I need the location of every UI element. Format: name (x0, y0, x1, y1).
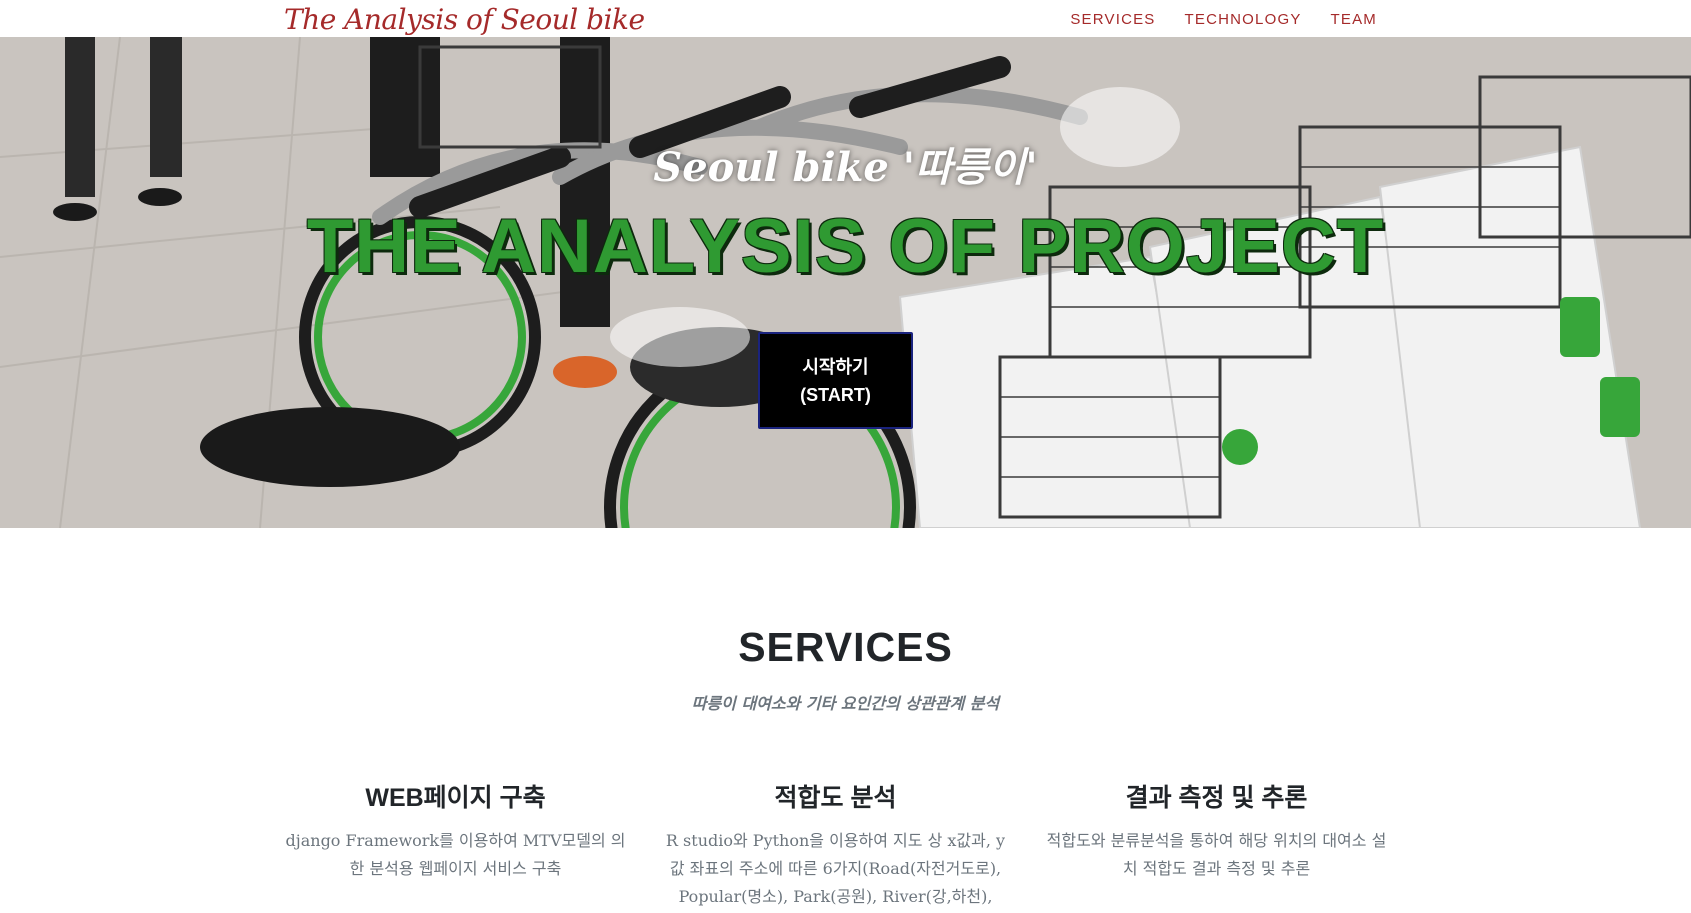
service-result-measurement: 결과 측정 및 추론 적합도와 분류분석을 통하여 해당 위치의 대여소 설치 … (1044, 778, 1389, 883)
nav-link-technology[interactable]: TECHNOLOGY (1185, 11, 1302, 28)
service-text: django Framework를 이용하여 MTV모델의 의한 분석용 웹페이… (285, 831, 626, 878)
hero-subtitle: Seoul bike '따릉이' (653, 144, 1038, 191)
services-subheading: 따릉이 대여소와 기타 요인간의 상관관계 분석 (691, 694, 1000, 713)
services-heading: SERVICES (738, 624, 953, 670)
hero-title: THE ANALYSIS OF PROJECT (306, 204, 1385, 289)
service-fit-analysis: 적합도 분석 R studio와 Python을 이용하여 지도 상 x값과, … (663, 778, 1008, 911)
start-button-label-english: (START) (800, 384, 871, 405)
service-title: WEB페이지 구축 (365, 784, 546, 812)
service-title: 결과 측정 및 추론 (1125, 784, 1308, 812)
nav-link-services[interactable]: SERVICES (1070, 11, 1155, 28)
nav-links: SERVICES TECHNOLOGY TEAM (1070, 11, 1377, 28)
start-button-label-korean: 시작하기 (802, 356, 869, 377)
nav-link-team[interactable]: TEAM (1331, 11, 1377, 28)
start-button[interactable]: 시작하기 (START) (758, 332, 913, 429)
service-text: R studio와 Python을 이용하여 지도 상 x값과, y값 좌표의 … (665, 831, 1006, 906)
navbar: The Analysis of Seoul bike SERVICES TECH… (0, 0, 1691, 37)
service-text: 적합도와 분류분석을 통하여 해당 위치의 대여소 설치 적합도 결과 측정 및… (1046, 831, 1387, 878)
hero-section: Seoul bike '따릉이' THE ANALYSIS OF PROJECT… (0, 37, 1691, 528)
service-web-page: WEB페이지 구축 django Framework를 이용하여 MTV모델의 … (283, 778, 628, 883)
service-title: 적합도 분석 (774, 784, 897, 812)
brand-logo[interactable]: The Analysis of Seoul bike (284, 3, 645, 36)
